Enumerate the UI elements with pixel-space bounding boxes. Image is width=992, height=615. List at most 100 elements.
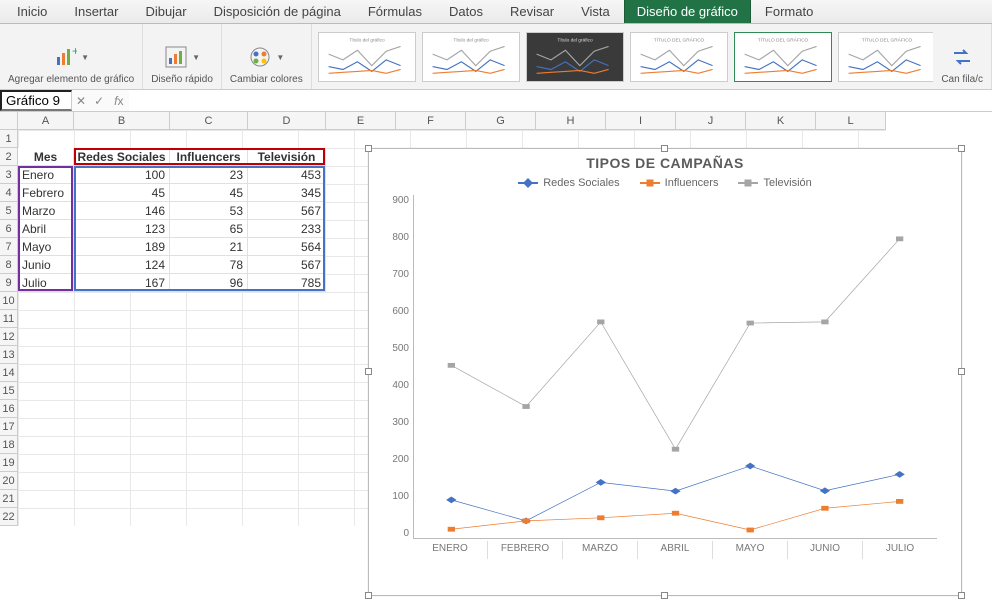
data-marker[interactable] <box>672 447 679 452</box>
data-marker[interactable] <box>446 496 456 503</box>
data-marker[interactable] <box>670 488 680 495</box>
tab-revisar[interactable]: Revisar <box>497 0 567 23</box>
cell[interactable]: Televisión <box>248 148 326 166</box>
series-line[interactable] <box>451 239 899 449</box>
cell[interactable]: 567 <box>248 256 326 274</box>
cell[interactable]: Mayo <box>18 238 74 256</box>
row-header[interactable]: 21 <box>0 490 18 508</box>
cell[interactable]: 453 <box>248 166 326 184</box>
quick-layout-button[interactable]: ▼ Diseño rápido <box>143 24 222 89</box>
data-marker[interactable] <box>896 236 903 241</box>
row-header[interactable]: 10 <box>0 292 18 310</box>
row-header[interactable]: 20 <box>0 472 18 490</box>
cell[interactable]: 65 <box>170 220 248 238</box>
tab-vista[interactable]: Vista <box>568 0 623 23</box>
legend-item[interactable]: Redes Sociales <box>518 177 619 189</box>
row-header[interactable]: 14 <box>0 364 18 382</box>
chart-style-thumb[interactable]: Título del gráfico <box>422 32 520 82</box>
resize-handle[interactable] <box>958 145 965 152</box>
row-header[interactable]: 11 <box>0 310 18 328</box>
select-all-corner[interactable] <box>0 112 18 130</box>
cell[interactable]: 233 <box>248 220 326 238</box>
cell[interactable]: Mes <box>18 148 74 166</box>
row-header[interactable]: 15 <box>0 382 18 400</box>
tab-diseño-de-gráfico[interactable]: Diseño de gráfico <box>624 0 751 23</box>
resize-handle[interactable] <box>661 145 668 152</box>
chart-style-thumb[interactable]: Título del gráfico <box>526 32 624 82</box>
row-header[interactable]: 3 <box>0 166 18 184</box>
data-marker[interactable] <box>522 518 529 523</box>
row-header[interactable]: 13 <box>0 346 18 364</box>
tab-inicio[interactable]: Inicio <box>4 0 60 23</box>
cell[interactable]: 96 <box>170 274 248 292</box>
cell[interactable]: 21 <box>170 238 248 256</box>
resize-handle[interactable] <box>958 592 965 599</box>
legend-item[interactable]: Influencers <box>640 177 719 189</box>
cell[interactable]: Marzo <box>18 202 74 220</box>
row-header[interactable]: 4 <box>0 184 18 202</box>
switch-row-col-button[interactable]: Can fila/c <box>933 24 992 89</box>
row-header[interactable]: 19 <box>0 454 18 472</box>
chart-style-thumb[interactable]: TÍTULO DEL GRÁFICO <box>838 32 934 82</box>
column-header[interactable]: B <box>74 112 170 130</box>
formula-input[interactable] <box>129 90 992 111</box>
data-marker[interactable] <box>596 479 606 486</box>
data-marker[interactable] <box>747 528 754 533</box>
chart-legend[interactable]: Redes SocialesInfluencersTelevisión <box>369 171 961 195</box>
row-header[interactable]: 9 <box>0 274 18 292</box>
cell[interactable]: 100 <box>74 166 170 184</box>
cell[interactable]: 123 <box>74 220 170 238</box>
data-marker[interactable] <box>747 321 754 326</box>
cell[interactable]: Redes Sociales <box>74 148 170 166</box>
column-header[interactable]: I <box>606 112 676 130</box>
chart-title[interactable]: TIPOS DE CAMPAÑAS <box>369 149 961 171</box>
cell[interactable]: 785 <box>248 274 326 292</box>
row-header[interactable]: 22 <box>0 508 18 526</box>
column-header[interactable]: C <box>170 112 248 130</box>
cell[interactable]: Julio <box>18 274 74 292</box>
row-header[interactable]: 6 <box>0 220 18 238</box>
fx-icon[interactable]: fx <box>108 94 129 108</box>
column-header[interactable]: A <box>18 112 74 130</box>
resize-handle[interactable] <box>365 145 372 152</box>
column-header[interactable]: J <box>676 112 746 130</box>
confirm-formula-icon[interactable]: ✓ <box>90 94 108 108</box>
data-marker[interactable] <box>894 471 904 478</box>
tab-disposición-de-página[interactable]: Disposición de página <box>201 0 354 23</box>
data-marker[interactable] <box>448 363 455 368</box>
add-chart-element-button[interactable]: + ▼ Agregar elemento de gráfico <box>0 24 143 89</box>
cell[interactable]: Abril <box>18 220 74 238</box>
row-header[interactable]: 16 <box>0 400 18 418</box>
cell[interactable]: 146 <box>74 202 170 220</box>
column-header[interactable]: F <box>396 112 466 130</box>
row-header[interactable]: 8 <box>0 256 18 274</box>
column-header[interactable]: L <box>816 112 886 130</box>
cell[interactable]: 45 <box>170 184 248 202</box>
resize-handle[interactable] <box>365 592 372 599</box>
column-header[interactable]: K <box>746 112 816 130</box>
cell[interactable]: 45 <box>74 184 170 202</box>
column-header[interactable]: G <box>466 112 536 130</box>
name-box[interactable] <box>0 90 72 111</box>
cell[interactable]: Enero <box>18 166 74 184</box>
data-marker[interactable] <box>821 320 828 325</box>
data-marker[interactable] <box>597 515 604 520</box>
row-header[interactable]: 17 <box>0 418 18 436</box>
data-marker[interactable] <box>896 499 903 504</box>
cancel-formula-icon[interactable]: ✕ <box>72 94 90 108</box>
tab-formato[interactable]: Formato <box>752 0 826 23</box>
cell[interactable]: Junio <box>18 256 74 274</box>
cell[interactable]: 53 <box>170 202 248 220</box>
cell[interactable]: 189 <box>74 238 170 256</box>
data-marker[interactable] <box>820 487 830 494</box>
column-header[interactable]: E <box>326 112 396 130</box>
chart-style-thumb[interactable]: TÍTULO DEL GRÁFICO <box>630 32 728 82</box>
tab-dibujar[interactable]: Dibujar <box>132 0 199 23</box>
data-marker[interactable] <box>821 506 828 511</box>
resize-handle[interactable] <box>365 368 372 375</box>
data-marker[interactable] <box>597 320 604 325</box>
chart-style-thumb[interactable]: Título del gráfico <box>318 32 416 82</box>
cell[interactable]: Influencers <box>170 148 248 166</box>
column-header[interactable]: H <box>536 112 606 130</box>
column-header[interactable]: D <box>248 112 326 130</box>
